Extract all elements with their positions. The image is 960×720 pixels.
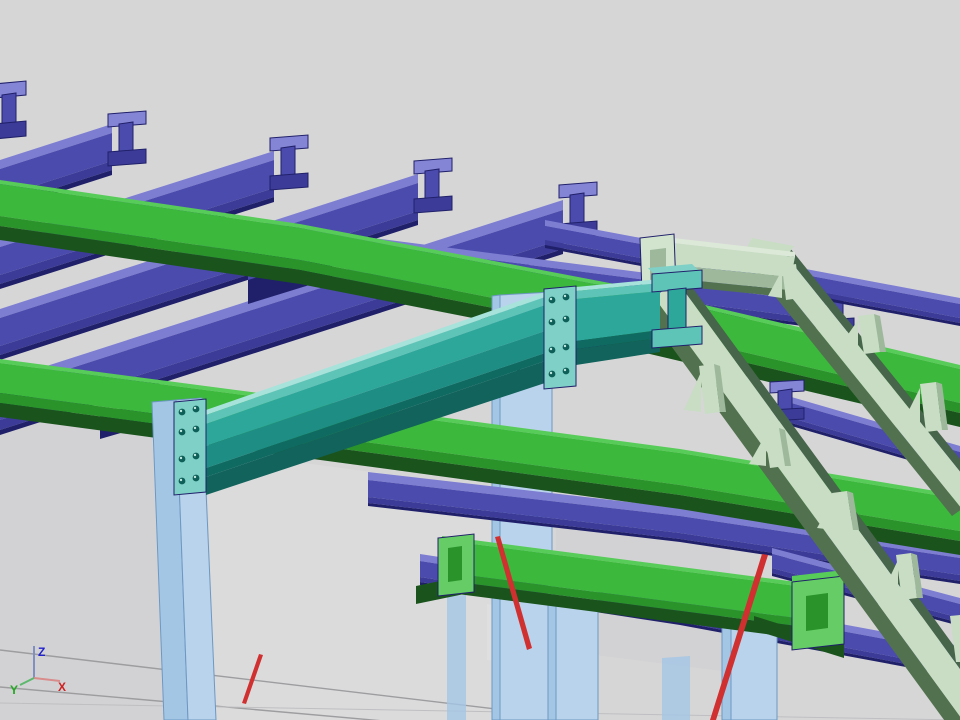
column-far-2[interactable] bbox=[662, 656, 690, 720]
axis-y-label: Y bbox=[10, 683, 18, 697]
axis-z-label: Z bbox=[38, 645, 45, 659]
axis-x-label: X bbox=[58, 680, 66, 694]
model-viewport[interactable]: Z X Y bbox=[0, 0, 960, 720]
teal-end-plate-left[interactable] bbox=[174, 399, 206, 495]
teal-end-plate-middle[interactable] bbox=[544, 286, 576, 389]
model-scene[interactable]: Z X Y bbox=[0, 0, 960, 720]
column-far[interactable] bbox=[447, 595, 466, 720]
